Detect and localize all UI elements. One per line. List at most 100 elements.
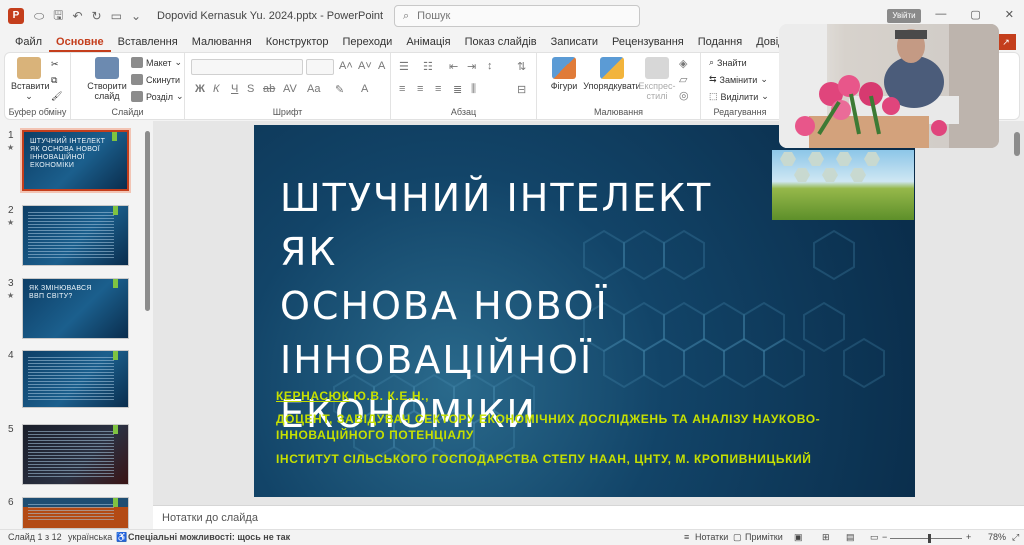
slideshow-icon[interactable]: ▭ <box>870 532 879 543</box>
language-indicator[interactable]: українська <box>68 532 112 542</box>
reading-view-icon[interactable]: ▤ <box>846 532 855 543</box>
text-direction-icon[interactable]: ⇅ <box>517 60 526 73</box>
italic-icon[interactable]: К <box>213 83 219 95</box>
autosave-toggle[interactable]: ⬭ <box>34 9 44 24</box>
justify-icon[interactable]: ≣ <box>453 83 462 96</box>
share-button[interactable]: ↗ <box>996 34 1016 50</box>
comments-icon[interactable]: ▢ <box>733 532 742 543</box>
bullets-icon[interactable]: ☰ <box>399 60 409 73</box>
accessibility-status[interactable]: Спеціальні можливості: щось не так <box>128 532 290 542</box>
section-button[interactable]: Розділ ⌄ <box>131 91 184 102</box>
select-button[interactable]: ⬚ Виділити ⌄ <box>709 91 769 102</box>
search-box[interactable]: ⌕ Пошук <box>394 5 640 27</box>
quick-styles-button[interactable]: Експрес-стилі <box>637 57 677 101</box>
canvas-scrollbar[interactable] <box>1014 132 1020 156</box>
decrease-indent-icon[interactable]: ⇤ <box>449 60 458 73</box>
columns-icon[interactable]: ⫼ <box>471 83 476 96</box>
undo-icon[interactable]: ↶ <box>72 9 82 23</box>
thumbnails-scrollbar[interactable] <box>145 131 150 311</box>
zoom-in-icon[interactable]: + <box>966 532 971 542</box>
slide-thumbnail[interactable] <box>22 350 129 408</box>
slide-thumbnail[interactable]: ЯК ЗМІНЮВАВСЯ ВВП СВІТУ? <box>22 278 129 339</box>
thumbnail-accent <box>113 425 118 434</box>
shape-outline-icon[interactable]: ▱ <box>679 73 687 86</box>
tab-1[interactable]: Основне <box>49 32 111 52</box>
char-spacing-icon[interactable]: AV <box>283 83 297 95</box>
accessibility-icon[interactable]: ♿ <box>116 532 127 543</box>
reset-icon <box>131 74 143 85</box>
decrease-font-icon[interactable]: A˅ <box>358 60 372 72</box>
slide-thumbnail[interactable]: ШТУЧНИЙ ІНТЕЛЕКТ ЯК ОСНОВА НОВОЇ ІННОВАЦ… <box>20 128 131 193</box>
sign-in-button[interactable]: Увійти <box>887 9 921 23</box>
reset-button[interactable]: Скинути <box>131 74 180 85</box>
tab-3[interactable]: Малювання <box>185 32 259 52</box>
save-icon[interactable]: 🖫 <box>53 6 63 27</box>
font-size-select[interactable] <box>306 59 334 75</box>
shape-fill-icon[interactable]: ◈ <box>679 57 687 70</box>
align-left-icon[interactable]: ≡ <box>399 83 405 95</box>
zoom-out-icon[interactable]: − <box>882 532 887 542</box>
maximize-icon[interactable]: ▢ <box>970 8 980 21</box>
normal-view-icon[interactable]: ▣ <box>794 532 803 543</box>
clear-format-icon[interactable]: A <box>378 60 385 72</box>
increase-font-icon[interactable]: A˄ <box>339 60 353 72</box>
replace-button[interactable]: ⇆ Замінити ⌄ <box>709 74 768 85</box>
cut-icon[interactable]: ✂ <box>51 59 59 70</box>
layout-button[interactable]: Макет ⌄ <box>131 57 182 68</box>
slide-thumbnail[interactable] <box>22 424 129 485</box>
tab-9[interactable]: Рецензування <box>605 32 691 52</box>
tab-4[interactable]: Конструктор <box>259 32 336 52</box>
position-line[interactable]: ДОЦЕНТ, ЗАВІДУВАЧ СЕКТОРУ ЕКОНОМІЧНИХ ДО… <box>276 411 820 443</box>
present-icon[interactable]: ▭ <box>111 9 122 23</box>
tab-6[interactable]: Анімація <box>399 32 457 52</box>
author-line[interactable]: КЕРНАСЮК Ю.В. К.Е.Н., <box>276 388 429 404</box>
strikethrough-icon[interactable]: ab <box>263 83 275 95</box>
numbering-icon[interactable]: ☷ <box>423 60 433 73</box>
close-icon[interactable]: ✕ <box>1005 8 1014 21</box>
tab-7[interactable]: Показ слайдів <box>458 32 544 52</box>
shape-effects-icon[interactable]: ◎ <box>679 89 689 102</box>
fit-slide-icon[interactable]: ⤢ <box>1012 532 1019 543</box>
highlight-icon[interactable]: ✎ <box>335 83 344 96</box>
tab-8[interactable]: Записати <box>544 32 605 52</box>
align-right-icon[interactable]: ≡ <box>435 83 441 95</box>
zoom-level[interactable]: 78% <box>988 532 1006 542</box>
notes-area[interactable]: Нотатки до слайда <box>153 505 1024 529</box>
find-button[interactable]: ⌕ Знайти <box>709 57 747 68</box>
zoom-slider-knob[interactable] <box>928 534 931 543</box>
line-spacing-icon[interactable]: ↕ <box>487 60 493 72</box>
institute-line[interactable]: ІНСТИТУТ СІЛЬСЬКОГО ГОСПОДАРСТВА СТЕПУ Н… <box>276 451 811 467</box>
notes-toggle[interactable]: Нотатки <box>695 532 728 542</box>
copy-icon[interactable]: ⧉ <box>51 75 57 86</box>
slide-sorter-icon[interactable]: ⊞ <box>822 532 830 543</box>
shadow-icon[interactable]: S <box>247 83 254 95</box>
tab-0[interactable]: Файл <box>8 32 49 52</box>
new-slide-button[interactable]: Створити слайд <box>87 57 127 101</box>
align-text-icon[interactable]: ⊟ <box>517 83 526 96</box>
slide-thumbnail[interactable] <box>22 497 129 529</box>
underline-icon[interactable]: Ч <box>231 83 238 95</box>
tab-10[interactable]: Подання <box>691 32 749 52</box>
redo-icon[interactable]: ↻ <box>92 9 102 23</box>
font-family-select[interactable] <box>191 59 303 75</box>
search-placeholder: Пошук <box>417 10 451 22</box>
minimize-icon[interactable]: — <box>935 8 946 21</box>
slide-thumbnail[interactable] <box>22 205 129 266</box>
agriculture-photo[interactable] <box>772 150 914 220</box>
leaf-icon <box>808 152 824 166</box>
bold-icon[interactable]: Ж <box>195 83 205 95</box>
customize-qa-icon[interactable]: ⌄ <box>131 9 141 23</box>
increase-indent-icon[interactable]: ⇥ <box>467 60 476 73</box>
paste-button[interactable]: Вставити ⌄ <box>11 57 50 102</box>
zoom-slider[interactable] <box>890 538 962 539</box>
shapes-button[interactable]: Фігури <box>547 57 581 91</box>
arrange-button[interactable]: Упорядкувати <box>583 57 641 91</box>
align-center-icon[interactable]: ≡ <box>417 83 423 95</box>
font-color-icon[interactable]: A <box>361 83 368 95</box>
tab-2[interactable]: Вставлення <box>111 32 185 52</box>
change-case-icon[interactable]: Aa <box>307 83 320 95</box>
tab-5[interactable]: Переходи <box>335 32 399 52</box>
notes-toggle-icon[interactable]: ≡ <box>684 532 689 542</box>
comments-toggle[interactable]: Примітки <box>745 532 783 542</box>
format-painter-icon[interactable]: 🖌 <box>51 91 62 102</box>
